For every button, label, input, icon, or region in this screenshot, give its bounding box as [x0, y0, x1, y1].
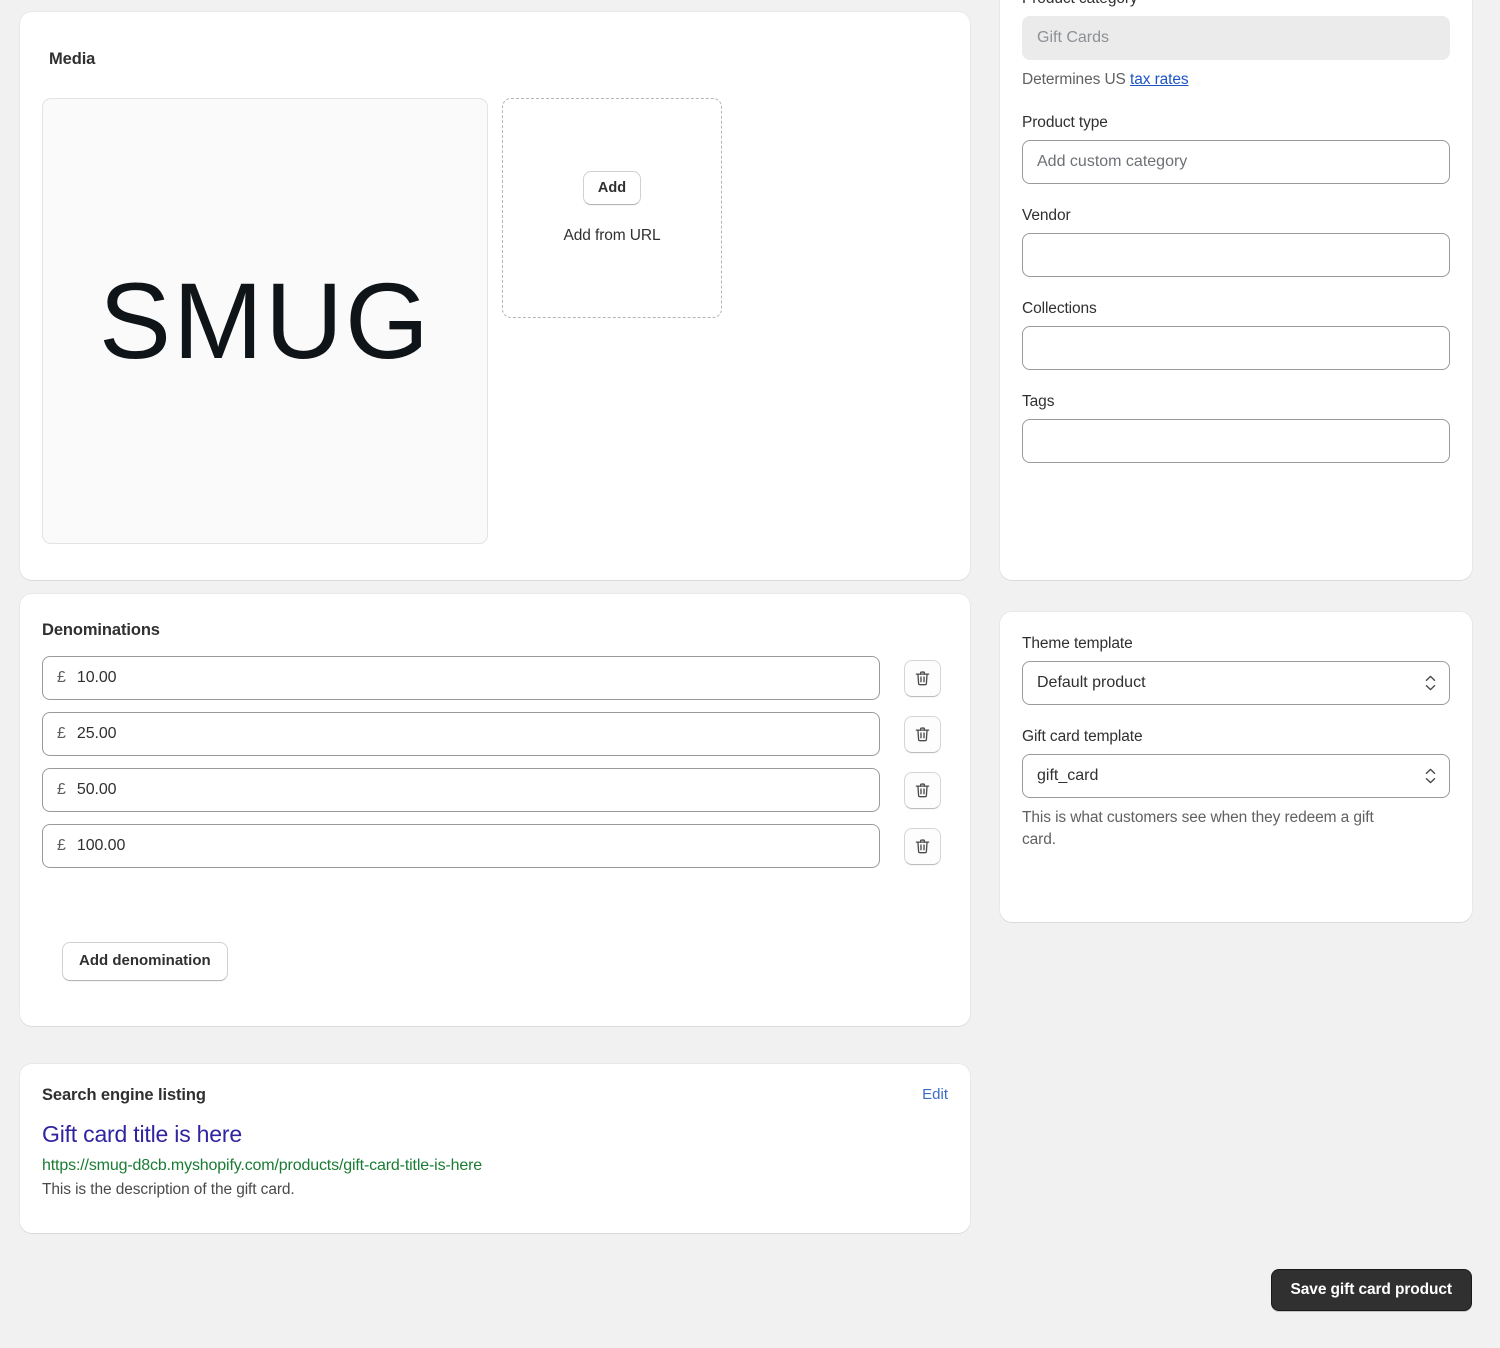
- gift-card-template-value: gift_card: [1037, 767, 1099, 784]
- denominations-list: £ 10.00 £ 25.00 £ 50.00 £ 100.00: [42, 656, 948, 880]
- trash-icon: [913, 669, 932, 688]
- media-items-row: SMUG Add Add from URL: [42, 98, 722, 544]
- denomination-row: £ 10.00: [42, 656, 948, 700]
- trash-icon: [913, 781, 932, 800]
- seo-section-title: Search engine listing: [42, 1086, 206, 1104]
- gift-card-template-field-group: Gift card template gift_card This is wha…: [1022, 728, 1450, 852]
- vendor-input[interactable]: [1022, 233, 1450, 278]
- add-denomination-button[interactable]: Add denomination: [62, 942, 228, 981]
- chevron-up-down-icon: [1425, 768, 1436, 784]
- collections-field-group: Collections: [1022, 300, 1450, 371]
- vendor-field-group: Vendor: [1022, 207, 1450, 278]
- save-gift-card-product-button[interactable]: Save gift card product: [1270, 1269, 1472, 1311]
- currency-symbol: £: [57, 669, 66, 686]
- delete-denomination-button[interactable]: [904, 659, 941, 697]
- media-card: Media SMUG Add Add from URL: [20, 12, 970, 580]
- theme-template-card: Theme template Default product Gift card…: [1000, 612, 1472, 922]
- organization-fields: Product category Gift Cards Determines U…: [1022, 0, 1450, 486]
- seo-preview-title: Gift card title is here: [42, 1121, 242, 1147]
- denomination-row: £ 100.00: [42, 824, 948, 868]
- denominations-card: Denominations £ 10.00 £ 25.00 £ 50.00 £ …: [20, 594, 970, 1026]
- delete-denomination-button[interactable]: [904, 771, 941, 809]
- delete-denomination-button[interactable]: [904, 827, 941, 865]
- tax-rates-link[interactable]: tax rates: [1130, 71, 1189, 88]
- media-dropzone[interactable]: Add Add from URL: [502, 98, 722, 318]
- product-category-label: Product category: [1022, 0, 1450, 8]
- denomination-row: £ 25.00: [42, 712, 948, 756]
- denomination-amount: 100.00: [76, 837, 126, 854]
- currency-symbol: £: [57, 781, 66, 798]
- chevron-up-down-icon: [1425, 675, 1436, 691]
- seo-preview-description: This is the description of the gift card…: [42, 1180, 295, 1198]
- theme-template-field-group: Theme template Default product: [1022, 635, 1450, 705]
- theme-fields: Theme template Default product Gift card…: [1022, 635, 1450, 852]
- tags-label: Tags: [1022, 393, 1055, 411]
- gift-card-product-page: Media SMUG Add Add from URL Denomination…: [0, 0, 1500, 1348]
- theme-template-label: Theme template: [1022, 635, 1133, 652]
- gift-card-template-label: Gift card template: [1022, 728, 1143, 745]
- add-from-url-link[interactable]: Add from URL: [564, 227, 661, 245]
- gift-card-template-select[interactable]: gift_card: [1022, 754, 1450, 798]
- media-section-title: Media: [49, 50, 96, 68]
- search-engine-listing-card: Search engine listing Edit Gift card tit…: [20, 1064, 970, 1233]
- denomination-input[interactable]: £ 10.00: [42, 656, 880, 700]
- product-category-helper-text: Determines US: [1022, 71, 1130, 88]
- theme-template-select[interactable]: Default product: [1022, 661, 1450, 705]
- collections-label: Collections: [1022, 300, 1097, 318]
- product-category-field-group: Product category Gift Cards Determines U…: [1022, 0, 1450, 91]
- delete-denomination-button[interactable]: [904, 715, 941, 753]
- tags-input[interactable]: [1022, 419, 1450, 464]
- denomination-row: £ 50.00: [42, 768, 948, 812]
- gift-card-template-helper: This is what customers see when they red…: [1022, 809, 1374, 849]
- product-type-label: Product type: [1022, 114, 1108, 132]
- theme-template-value: Default product: [1037, 674, 1146, 691]
- denomination-input[interactable]: £ 25.00: [42, 712, 880, 756]
- seo-edit-button[interactable]: Edit: [922, 1086, 948, 1103]
- currency-symbol: £: [57, 837, 66, 854]
- product-category-input[interactable]: Gift Cards: [1022, 16, 1450, 60]
- denomination-input[interactable]: £ 50.00: [42, 768, 880, 812]
- media-thumbnail[interactable]: SMUG: [42, 98, 488, 544]
- product-type-field-group: Product type Add custom category: [1022, 114, 1450, 185]
- seo-preview: Gift card title is here https://smug-d8c…: [42, 1120, 482, 1199]
- trash-icon: [913, 837, 932, 856]
- media-thumbnail-logo-text: SMUG: [99, 260, 431, 381]
- denomination-amount: 10.00: [76, 669, 117, 686]
- seo-preview-url: https://smug-d8cb.myshopify.com/products…: [42, 1156, 483, 1174]
- denomination-amount: 50.00: [76, 781, 117, 798]
- product-type-placeholder: Add custom category: [1037, 153, 1188, 171]
- denomination-input[interactable]: £ 100.00: [42, 824, 880, 868]
- collections-input[interactable]: [1022, 326, 1450, 371]
- tags-field-group: Tags: [1022, 393, 1450, 464]
- product-organization-card: Product category Gift Cards Determines U…: [1000, 0, 1472, 580]
- product-type-input[interactable]: Add custom category: [1022, 140, 1450, 185]
- trash-icon: [913, 725, 932, 744]
- add-media-button[interactable]: Add: [582, 170, 642, 206]
- denomination-amount: 25.00: [76, 725, 117, 742]
- denominations-section-title: Denominations: [42, 621, 160, 639]
- currency-symbol: £: [57, 725, 66, 742]
- product-category-value: Gift Cards: [1037, 29, 1110, 46]
- vendor-label: Vendor: [1022, 207, 1071, 225]
- product-category-helper: Determines US tax rates: [1022, 69, 1450, 91]
